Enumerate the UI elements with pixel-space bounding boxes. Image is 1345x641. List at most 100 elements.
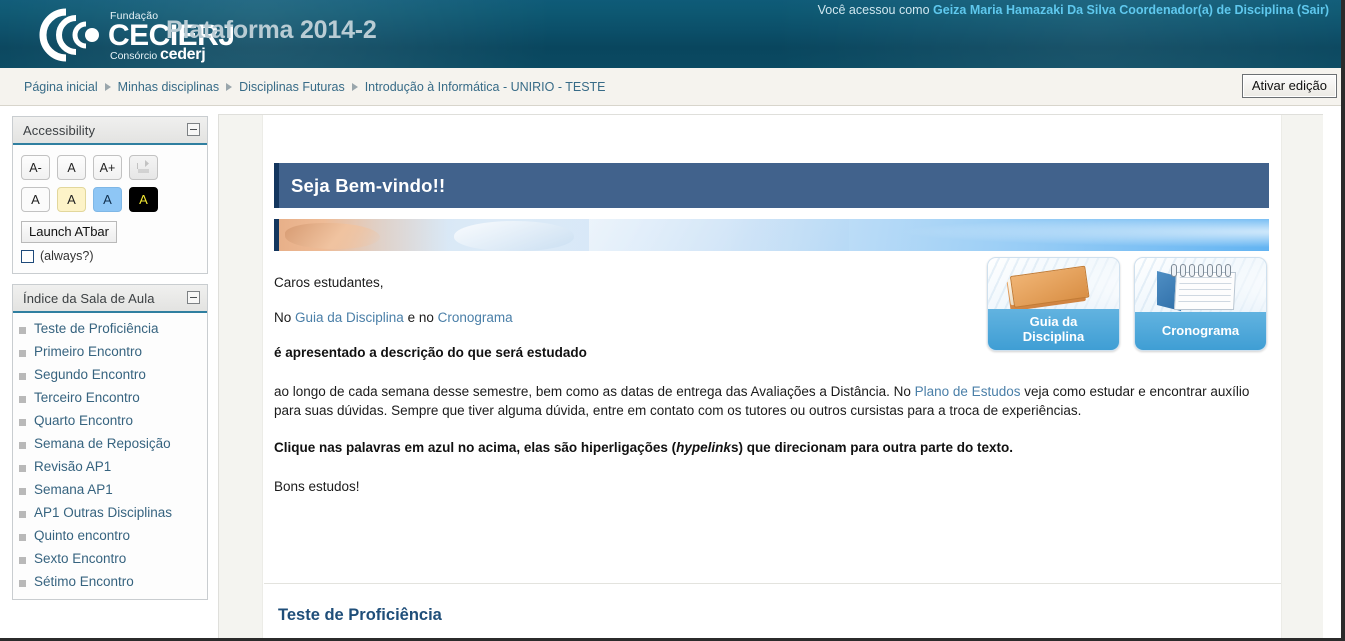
bullet-icon bbox=[19, 580, 26, 587]
sidebar-item-primeiro-encontro[interactable]: Primeiro Encontro bbox=[34, 344, 142, 359]
accessibility-block: Accessibility A- A A+ A A A A Launch ATb… bbox=[12, 116, 208, 274]
increase-font-button[interactable]: A+ bbox=[93, 155, 122, 180]
sidebar-item-revisao-ap1[interactable]: Revisão AP1 bbox=[34, 459, 111, 474]
welcome-body: Guia da Disciplina Cronograma Caros estu… bbox=[264, 251, 1281, 528]
breadcrumb: Página inicial Minhas disciplinas Discip… bbox=[24, 68, 606, 106]
logo-arcs-icon bbox=[39, 8, 99, 62]
left-sidebar: Accessibility A- A A+ A A A A Launch ATb… bbox=[0, 106, 218, 641]
course-index-block-title: Índice da Sala de Aula bbox=[23, 290, 155, 306]
guia-da-disciplina-card[interactable]: Guia da Disciplina bbox=[987, 257, 1120, 351]
hyperlink-note-prefix: Clique nas palavras em azul no acima, el… bbox=[274, 440, 677, 455]
welcome-banner: Seja Bem-vindo!! bbox=[274, 163, 1269, 208]
card-label-line1: Cronograma bbox=[1161, 323, 1240, 338]
bullet-icon bbox=[19, 419, 26, 426]
always-checkbox[interactable] bbox=[21, 249, 34, 263]
site-header: Você acessou como Geiza Maria Hamazaki D… bbox=[0, 0, 1345, 68]
color-scheme-button-row: A A A A bbox=[21, 187, 199, 212]
content-right-gutter bbox=[1281, 115, 1323, 641]
breadcrumb-separator-icon bbox=[104, 83, 111, 91]
list-item[interactable]: Sexto Encontro bbox=[13, 547, 207, 570]
default-font-button[interactable]: A bbox=[57, 155, 86, 180]
logout-link[interactable]: (Sair) bbox=[1297, 3, 1329, 17]
hyperlink-note: Clique nas palavras em azul no acima, el… bbox=[274, 438, 1269, 457]
bullet-icon bbox=[19, 511, 26, 518]
cronograma-card[interactable]: Cronograma bbox=[1134, 257, 1267, 351]
always-label: (always?) bbox=[40, 249, 94, 263]
reset-arrow-icon bbox=[137, 160, 149, 173]
card-caption: Cronograma bbox=[1135, 312, 1266, 350]
sidebar-item-quarto-encontro[interactable]: Quarto Encontro bbox=[34, 413, 133, 428]
list-item[interactable]: Terceiro Encontro bbox=[13, 386, 207, 409]
sidebar-item-segundo-encontro[interactable]: Segundo Encontro bbox=[34, 367, 146, 382]
accessibility-block-header: Accessibility bbox=[13, 117, 207, 145]
decrease-font-button[interactable]: A- bbox=[21, 155, 50, 180]
list-item[interactable]: Semana de Reposição bbox=[13, 432, 207, 455]
list-item[interactable]: Semana AP1 bbox=[13, 478, 207, 501]
logo-consorcio-label: Consórcio bbox=[110, 50, 158, 62]
scheme-cream-button[interactable]: A bbox=[57, 187, 86, 212]
sidebar-item-quinto-encontro[interactable]: Quinto encontro bbox=[34, 528, 130, 543]
sidebar-item-terceiro-encontro[interactable]: Terceiro Encontro bbox=[34, 390, 140, 405]
mouse-image bbox=[454, 221, 574, 251]
list-item[interactable]: Segundo Encontro bbox=[13, 363, 207, 386]
breadcrumb-item-future-courses[interactable]: Disciplinas Futuras bbox=[239, 80, 345, 94]
launch-atbar-button[interactable]: Launch ATbar bbox=[21, 221, 117, 243]
breadcrumb-item-current-course[interactable]: Introdução à Informática - UNIRIO - TEST… bbox=[365, 80, 606, 94]
hyperlink-note-suffix: s) que direcionam para outra parte do te… bbox=[730, 440, 1013, 455]
sidebar-item-semana-reposicao[interactable]: Semana de Reposição bbox=[34, 436, 171, 451]
card-label-line2: Disciplina bbox=[1022, 329, 1085, 344]
bullet-icon bbox=[19, 373, 26, 380]
sidebar-item-setimo-encontro[interactable]: Sétimo Encontro bbox=[34, 574, 134, 589]
sidebar-item-semana-ap1[interactable]: Semana AP1 bbox=[34, 482, 113, 497]
list-item[interactable]: Primeiro Encontro bbox=[13, 340, 207, 363]
links-paragraph-middle: e no bbox=[403, 310, 438, 325]
course-index-block-header: Índice da Sala de Aula bbox=[13, 285, 207, 313]
list-item[interactable]: Sétimo Encontro bbox=[13, 570, 207, 593]
guia-da-disciplina-link[interactable]: Guia da Disciplina bbox=[295, 310, 404, 325]
quick-link-cards: Guia da Disciplina Cronograma bbox=[987, 257, 1267, 351]
collapse-icon[interactable] bbox=[187, 123, 200, 136]
study-plan-paragraph: ao longo de cada semana desse semestre, … bbox=[274, 382, 1269, 420]
hyperlink-note-italic: hypelink bbox=[676, 440, 731, 455]
breadcrumb-separator-icon bbox=[226, 83, 233, 91]
page-root: Você acessou como Geiza Maria Hamazaki D… bbox=[0, 0, 1345, 641]
scheme-black-button[interactable]: A bbox=[129, 187, 158, 212]
plano-de-estudos-link[interactable]: Plano de Estudos bbox=[915, 384, 1021, 399]
bullet-icon bbox=[19, 396, 26, 403]
cronograma-link[interactable]: Cronograma bbox=[438, 310, 513, 325]
sidebar-item-ap1-outras-disciplinas[interactable]: AP1 Outras Disciplinas bbox=[34, 505, 172, 520]
list-item[interactable]: AP1 Outras Disciplinas bbox=[13, 501, 207, 524]
card-label-line1: Guia da bbox=[1029, 314, 1078, 329]
platform-title: Plataforma 2014-2 bbox=[166, 16, 377, 44]
breadcrumb-item-home[interactable]: Página inicial bbox=[24, 80, 98, 94]
always-row: (always?) bbox=[21, 249, 199, 263]
login-prefix-label: Você acessou como bbox=[817, 3, 930, 17]
bullet-icon bbox=[19, 442, 26, 449]
list-item[interactable]: Revisão AP1 bbox=[13, 455, 207, 478]
scheme-blue-button[interactable]: A bbox=[93, 187, 122, 212]
user-name-link[interactable]: Geiza Maria Hamazaki Da Silva Coordenado… bbox=[933, 3, 1294, 17]
list-item[interactable]: Quinto encontro bbox=[13, 524, 207, 547]
course-content-region: Seja Bem-vindo!! Guia da Disciplina Cron… bbox=[218, 114, 1323, 641]
course-index-list: Teste de Proficiência Primeiro Encontro … bbox=[13, 313, 207, 599]
course-index-block: Índice da Sala de Aula Teste de Proficiê… bbox=[12, 284, 208, 600]
breadcrumb-item-my-courses[interactable]: Minhas disciplinas bbox=[118, 80, 219, 94]
list-item[interactable]: Quarto Encontro bbox=[13, 409, 207, 432]
section-heading: Teste de Proficiência bbox=[278, 606, 442, 624]
links-paragraph-prefix: No bbox=[274, 310, 296, 325]
accessibility-block-title: Accessibility bbox=[23, 122, 96, 138]
welcome-title: Seja Bem-vindo!! bbox=[291, 174, 446, 196]
banner-gloss bbox=[809, 219, 1269, 251]
breadcrumb-separator-icon bbox=[351, 83, 358, 91]
collapse-icon[interactable] bbox=[187, 291, 200, 304]
bullet-icon bbox=[19, 350, 26, 357]
scheme-default-button[interactable]: A bbox=[21, 187, 50, 212]
sidebar-item-teste-proficiencia[interactable]: Teste de Proficiência bbox=[34, 321, 159, 336]
bullet-icon bbox=[19, 534, 26, 541]
sidebar-item-sexto-encontro[interactable]: Sexto Encontro bbox=[34, 551, 126, 566]
reset-icon[interactable] bbox=[129, 155, 158, 180]
activate-edit-button[interactable]: Ativar edição bbox=[1241, 74, 1337, 98]
list-item[interactable]: Teste de Proficiência bbox=[13, 317, 207, 340]
bullet-icon bbox=[19, 465, 26, 472]
teste-proficiencia-section: Teste de Proficiência bbox=[264, 583, 1281, 625]
